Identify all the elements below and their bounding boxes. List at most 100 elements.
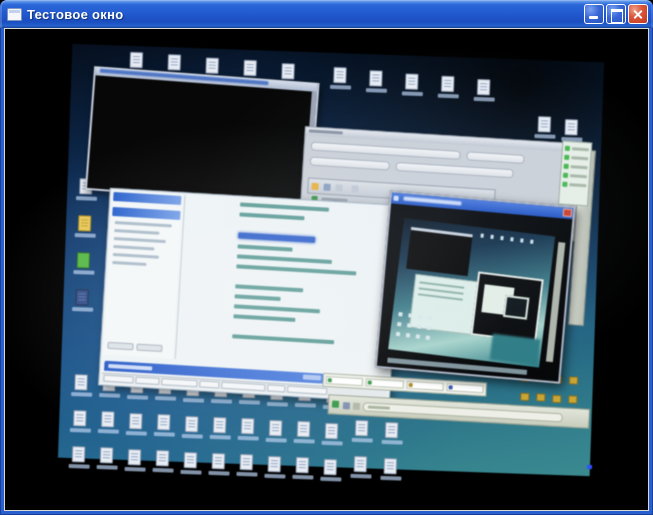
recursive-icon-dot <box>428 315 433 321</box>
desktop-icon <box>381 421 403 445</box>
video-artifact-dot <box>587 465 592 469</box>
recursive-icon-dot <box>490 234 494 240</box>
recursive-nested-window <box>470 271 544 343</box>
panel-list-line <box>112 253 160 259</box>
contact-name-blob <box>569 174 588 179</box>
desktop-icon <box>321 422 343 446</box>
ide-window <box>98 187 402 403</box>
statusbar-segment <box>221 381 266 392</box>
desktop-icon <box>180 451 202 475</box>
desktop-icon <box>320 458 342 482</box>
recursive-icon-dot <box>398 312 403 317</box>
code-pane <box>231 202 394 359</box>
desktop-icon <box>126 51 148 75</box>
statusbar-segment <box>199 380 220 389</box>
ide-panel-list <box>108 221 180 268</box>
desktop-icon <box>208 452 230 476</box>
desktop-icon <box>181 415 203 439</box>
desktop-icon <box>329 66 352 90</box>
ide-panel-header <box>112 206 181 220</box>
desktop-icon <box>153 414 175 437</box>
recursive-icon-dot <box>416 324 422 329</box>
online-status-icon <box>564 154 570 161</box>
selected-code-line <box>238 232 316 243</box>
desktop-icon <box>520 392 530 402</box>
desktop-icon <box>350 455 372 479</box>
code-line <box>236 254 333 265</box>
code-line <box>237 244 294 252</box>
strip-segment <box>405 380 444 391</box>
desktop-icon <box>124 448 146 472</box>
statusbar-segment <box>135 376 160 385</box>
panel-list-line <box>114 221 173 228</box>
desktop-icon <box>202 57 224 80</box>
recursive-icon-dot <box>530 239 534 244</box>
desktop-icon <box>473 79 495 102</box>
recursive-icon-dot <box>415 334 421 339</box>
statusbar-segment <box>103 374 134 384</box>
desktop-icon <box>365 70 388 93</box>
code-line <box>234 294 281 302</box>
desktop-icon <box>209 416 231 440</box>
desktop-icon <box>278 62 300 86</box>
maximize-button[interactable] <box>606 4 626 24</box>
desktop-icon <box>536 393 546 402</box>
desktop-icon <box>561 119 583 142</box>
ide-panel-header <box>113 191 182 205</box>
recursive-icon-dot <box>395 331 401 337</box>
desktop-icon <box>240 60 262 83</box>
toolbar-field <box>466 151 525 164</box>
statusbar-segment <box>161 378 198 388</box>
desktop-icon <box>72 289 94 312</box>
ide-left-panel <box>102 190 183 359</box>
desktop-icon <box>401 73 423 96</box>
desktop-icon <box>236 454 258 477</box>
desktop-icon <box>264 455 286 479</box>
recursive-icon-dot <box>520 238 524 243</box>
close-button[interactable] <box>628 4 648 24</box>
code-line <box>235 284 303 293</box>
desktop-icon <box>71 374 93 397</box>
desktop-icon <box>293 421 315 444</box>
recursive-monitor-screen <box>388 217 556 368</box>
desktop-icon <box>152 450 174 473</box>
recursive-icon-dot <box>397 321 402 327</box>
contact-name-blob <box>570 165 588 170</box>
console-window <box>84 66 320 207</box>
desktop-icon <box>534 116 556 139</box>
recursive-icon-dot <box>480 233 484 238</box>
code-line <box>236 264 357 276</box>
video-feed <box>4 28 649 511</box>
contact-name-blob <box>569 183 587 188</box>
contact-row <box>562 172 588 180</box>
recursive-icon-dot <box>500 235 504 241</box>
online-status-icon <box>562 181 568 187</box>
desktop-icon <box>68 446 90 469</box>
recursive-icon-row <box>480 233 534 244</box>
online-status-icon <box>562 172 569 178</box>
strip-segment <box>446 383 484 394</box>
desktop-icon <box>437 76 459 99</box>
recursive-test-window <box>374 190 576 384</box>
desktop-icon <box>69 410 91 433</box>
desktop-icon <box>380 457 402 481</box>
contact-row <box>564 145 589 153</box>
strip-segment <box>325 375 364 387</box>
recursive-video-feed <box>377 203 573 381</box>
panel-list-line <box>114 229 160 235</box>
app-window: Тестовое окно <box>0 0 653 515</box>
window-titlebar[interactable]: Тестовое окно <box>0 0 653 28</box>
minimize-button[interactable] <box>584 4 604 24</box>
toolbar-field <box>309 156 391 171</box>
statusbar-segment <box>267 384 286 393</box>
code-line <box>232 334 334 345</box>
desktop-icon <box>265 419 287 443</box>
recursive-icon-dot <box>425 335 431 340</box>
contact-row <box>564 154 589 162</box>
online-status-icon <box>564 145 571 152</box>
panel-list-line <box>113 237 166 244</box>
recursive-window-icon <box>393 195 399 202</box>
desktop-icon <box>351 419 373 443</box>
desktop-icon <box>237 418 259 441</box>
recursive-console-window <box>406 226 473 277</box>
